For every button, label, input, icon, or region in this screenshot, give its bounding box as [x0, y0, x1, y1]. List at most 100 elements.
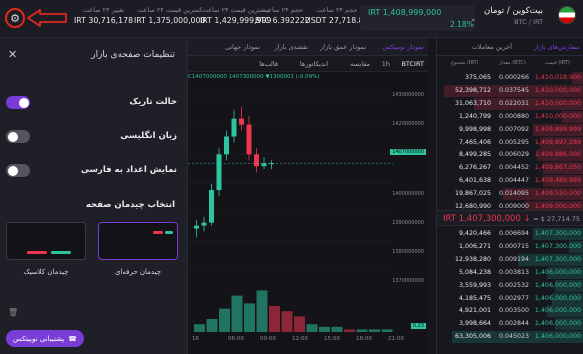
cell-total: 6,276,267 — [458, 164, 491, 172]
volume-bar — [244, 303, 255, 332]
setting-label: زبان انگلیسی — [120, 131, 177, 141]
ask-row[interactable]: 6,276,267 0.004452 1,409,867,050 — [437, 162, 583, 175]
volume-bar — [369, 329, 380, 332]
cell-price: 1,409,520,000 — [534, 190, 581, 198]
col-amount: مقدار (BTC) — [499, 60, 526, 66]
volume-tag: 0.23 — [410, 323, 426, 329]
cell-amount: 0.004452 — [498, 164, 529, 172]
bid-row[interactable]: 5,084,238 0.003813 1,406,000,000 — [437, 266, 583, 279]
persian-digits-toggle[interactable] — [6, 164, 30, 177]
cell-amount: 0.000715 — [498, 242, 529, 250]
gear-icon[interactable]: ⚙ — [5, 8, 25, 28]
cell-amount: 0.000880 — [498, 112, 529, 120]
ask-row[interactable]: 375,065 0.000266 1,410,018,900 — [437, 72, 583, 84]
setting-english[interactable]: زبان انگلیسی — [6, 128, 177, 146]
orderbook-tabs: سفارش‌های بازار آخرین معاملات — [437, 38, 583, 56]
close-icon[interactable]: ✕ — [8, 48, 17, 61]
cell-amount: 0.009000 — [498, 203, 529, 210]
english-toggle[interactable] — [6, 130, 30, 143]
current-price-tag: 1407000000 — [390, 149, 426, 155]
volume-bar — [281, 311, 293, 332]
cell-amount: 0.007092 — [498, 125, 529, 133]
cell-total: 63,305,006 — [454, 333, 491, 341]
ask-row[interactable]: 52,398,712 0.037545 1,410,000,000 — [437, 84, 583, 97]
ask-row[interactable]: 7,465,406 0.005295 1,409,897,289 — [437, 136, 583, 149]
volume-bar — [319, 326, 330, 332]
layout-classic-label: چیدمان کلاسیک — [23, 268, 69, 276]
cell-price: 1,409,899,999 — [534, 125, 581, 133]
x-tick: 18:00 — [356, 336, 372, 342]
ask-row[interactable]: 19,867,025 0.014095 1,409,520,000 — [437, 188, 583, 201]
cell-price: 1,409,000,000 — [534, 203, 581, 210]
bid-row[interactable]: 3,559,993 0.002532 1,406,000,000 — [437, 279, 583, 292]
bid-row[interactable]: 9,420,466 0.006694 1,407,300,000 — [437, 228, 583, 240]
support-button[interactable]: پشتیبانی نوبیتکس ☎ — [6, 330, 84, 347]
ask-row[interactable]: 8,499,285 0.006029 1,409,886,000 — [437, 149, 583, 162]
cell-amount: 0.037545 — [498, 86, 529, 94]
candlestick-chart[interactable] — [188, 38, 428, 338]
trash-icon[interactable]: 🗑 — [8, 308, 18, 317]
volume-bar — [344, 329, 355, 332]
y-tick: 1400000000 — [392, 191, 424, 197]
cell-total: 6,401,638 — [458, 177, 491, 185]
cell-amount: 0.014095 — [498, 190, 529, 198]
cell-amount: 0.002977 — [498, 294, 529, 302]
cell-total: 5,084,238 — [458, 268, 491, 276]
cell-amount: 0.005295 — [498, 138, 529, 146]
ask-row[interactable]: 1,240,799 0.000880 1,410,000,000 — [437, 110, 583, 123]
setting-dark-mode[interactable]: حالت تاریک — [6, 94, 177, 112]
mid-price: IRT 1,407,300,000 ↓ — [443, 214, 531, 224]
setting-label: نمایش اعداد به فارسی — [80, 165, 177, 175]
cell-total: 31,063,710 — [454, 99, 491, 107]
cell-amount: 0.022031 — [498, 99, 529, 107]
dark-mode-toggle[interactable] — [6, 96, 30, 109]
bid-row[interactable]: 4,185,475 0.002977 1,406,000,000 — [437, 292, 583, 305]
cell-total: 4,185,475 — [458, 294, 491, 302]
ask-row[interactable]: 9,998,998 0.007092 1,409,899,999 — [437, 123, 583, 136]
bid-row[interactable]: 1,006,271 0.000715 1,407,300,000 — [437, 240, 583, 253]
cell-price: 1,406,000,000 — [534, 281, 581, 289]
cell-price: 1,409,886,000 — [534, 151, 581, 159]
setting-label: حالت تاریک — [129, 97, 177, 107]
bid-row[interactable]: 12,938,280 0.009194 1,407,300,000 — [437, 253, 583, 266]
candle-body — [209, 189, 214, 223]
ask-row[interactable]: 31,063,710 0.022031 1,410,000,000 — [437, 97, 583, 110]
volume-bar — [306, 324, 318, 332]
cell-total: 1,006,271 — [458, 242, 491, 250]
cell-amount: 0.002532 — [498, 281, 529, 289]
ask-row[interactable]: 6,401,638 0.004447 1,409,489,999 — [437, 175, 583, 188]
market-header: ⚙ تغییر ۲۴ ساعت IRT 30,716,178 کمترین قیم… — [0, 0, 583, 38]
col-price: قیمت (IRT) — [545, 60, 570, 66]
bid-row[interactable]: 3,998,664 0.002844 1,406,000,000 — [437, 318, 583, 331]
tab-market-orders[interactable]: سفارش‌های بازار — [534, 43, 580, 51]
cell-price: 1,407,300,000 — [534, 242, 581, 250]
cell-total: 12,680,990 — [454, 203, 491, 210]
bid-row[interactable]: 4,921,001 0.003500 1,406,000,000 — [437, 305, 583, 318]
cell-total: 19,867,025 — [454, 190, 491, 198]
volume-bar — [219, 308, 230, 332]
cell-amount: 0.045023 — [498, 333, 529, 341]
cell-total: 3,559,993 — [458, 281, 491, 289]
market-selector[interactable]: بیت‌کوین / تومان BTC / IRT — [484, 6, 543, 26]
iran-flag-icon — [558, 6, 576, 24]
chevron-down-icon[interactable]: ⌄ — [470, 14, 477, 23]
layout-pro-card[interactable] — [98, 222, 178, 260]
tab-latest-trades[interactable]: آخرین معاملات — [472, 43, 512, 51]
cell-price: 1,409,867,050 — [534, 164, 581, 172]
setting-persian-digits[interactable]: نمایش اعداد به فارسی — [6, 162, 177, 180]
volume-bar — [256, 290, 268, 332]
cell-amount: 0.006029 — [498, 151, 529, 159]
cell-amount: 0.003813 — [498, 268, 529, 276]
headset-icon: ☎ — [68, 334, 77, 343]
orderbook-header: مجموع (IRT) مقدار (BTC) قیمت (IRT) — [437, 60, 583, 70]
candle-body — [194, 225, 199, 229]
volume-bar — [231, 295, 243, 332]
cell-total: 52,398,712 — [454, 86, 491, 94]
cell-total: 1,240,799 — [458, 112, 491, 120]
settings-panel: ✕ تنظیمات صفحه‌ی بازار حالت تاریک زبان ا… — [0, 38, 188, 354]
candle-body — [231, 118, 237, 137]
bid-row[interactable]: 63,305,006 0.045023 1,406,000,000 — [437, 331, 583, 344]
cell-amount: 0.000266 — [498, 74, 529, 81]
settings-title: تنظیمات صفحه‌ی بازار — [91, 50, 175, 60]
layout-classic-card[interactable] — [6, 222, 86, 260]
